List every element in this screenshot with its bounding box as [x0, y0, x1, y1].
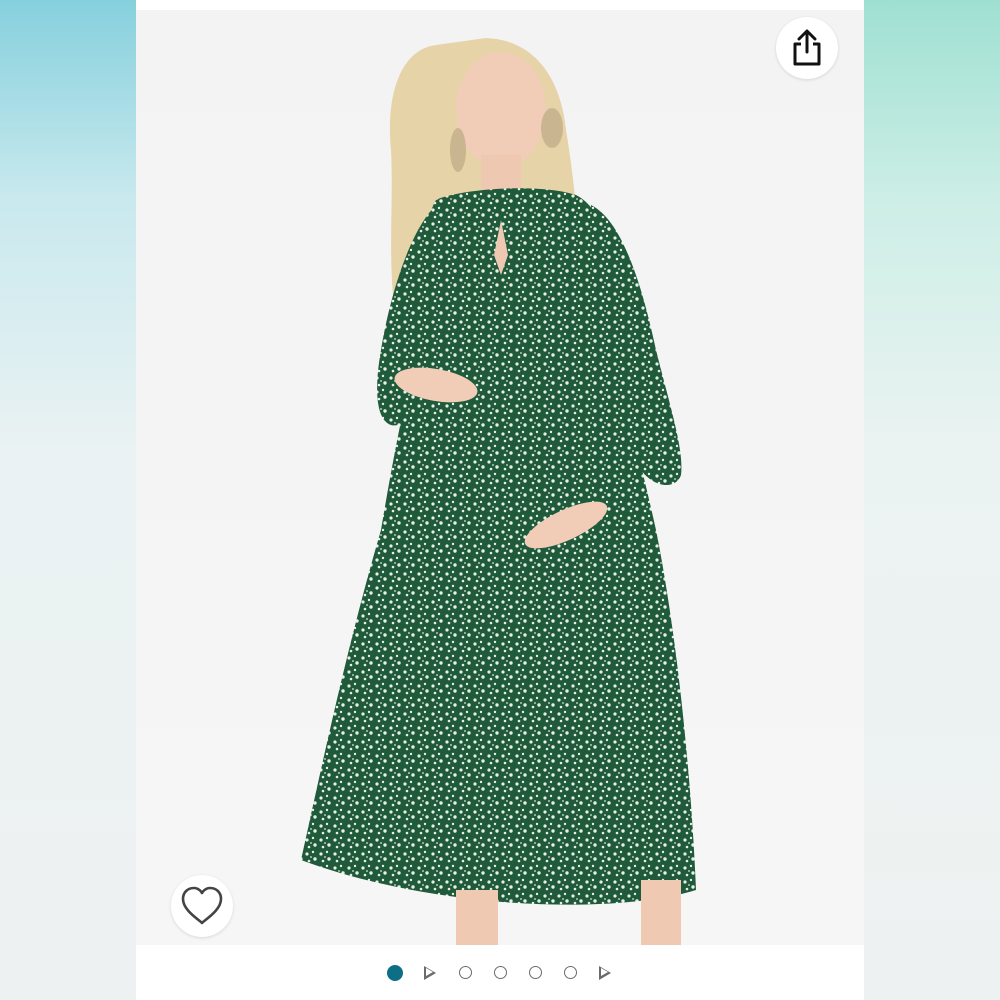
pager-dot-image-2[interactable] — [456, 963, 475, 982]
pager-dot-image-4[interactable] — [526, 963, 545, 982]
pager-dot-video-2[interactable] — [596, 963, 615, 982]
product-photo[interactable] — [136, 10, 864, 945]
share-icon — [793, 29, 821, 66]
background-right — [864, 0, 1000, 1000]
pager-dot-image-3[interactable] — [491, 963, 510, 982]
top-strip — [136, 0, 864, 10]
pager-dot-image-5[interactable] — [561, 963, 580, 982]
dress-photo-illustration — [301, 38, 696, 945]
product-image-card — [136, 0, 864, 1000]
background-left — [0, 0, 136, 1000]
pager-dot-video-1[interactable] — [421, 963, 440, 982]
pager-dot-image-1[interactable] — [386, 963, 405, 982]
wishlist-button[interactable] — [171, 875, 233, 937]
heart-icon — [181, 886, 223, 925]
image-pager — [136, 945, 864, 1000]
share-button[interactable] — [776, 17, 838, 79]
